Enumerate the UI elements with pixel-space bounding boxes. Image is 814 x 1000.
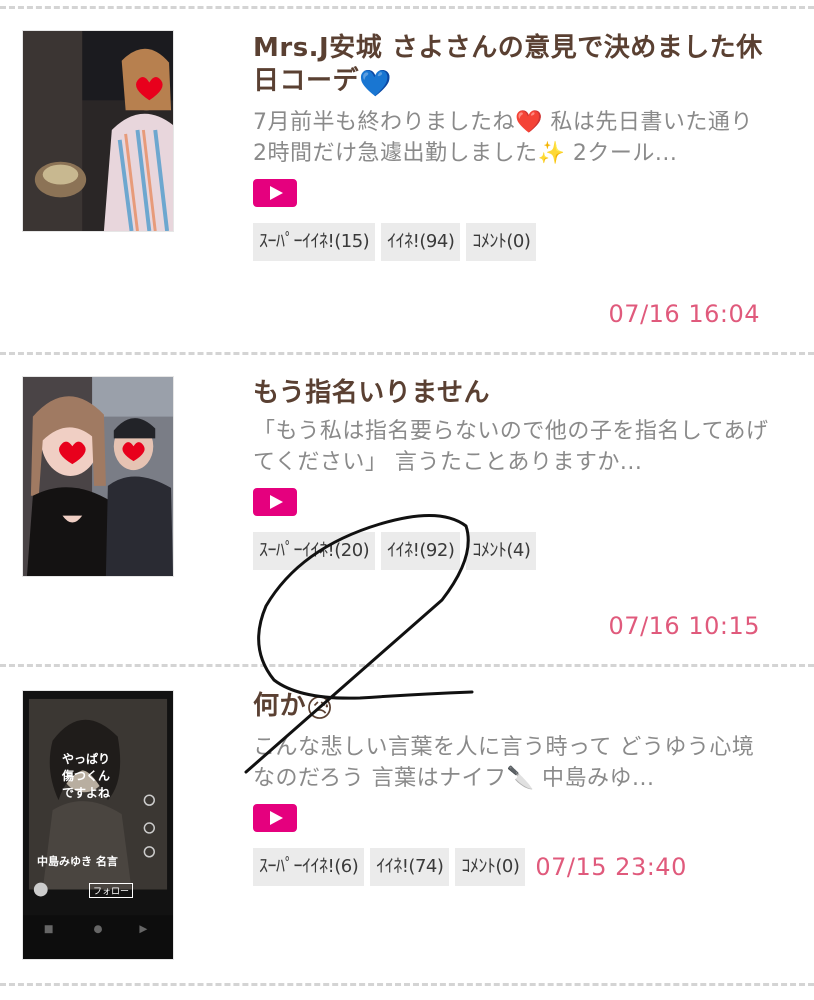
post-date: 07/15 23:40	[535, 853, 687, 881]
blue-heart-emoji: 💙	[359, 69, 392, 99]
post-excerpt: こんな悲しい言葉を人に言う時って どうゆう心境なのだろう 言葉はナイフ🔪 中島み…	[253, 735, 755, 791]
divider-2	[0, 664, 814, 667]
thumb-quote: やっぱり 傷つくんですよね	[61, 752, 110, 800]
thumb-caption: 中島みゆき 名言	[37, 855, 118, 868]
play-video-icon[interactable]	[253, 804, 297, 832]
comment-button[interactable]: ｺﾒﾝﾄ(4)	[466, 532, 537, 570]
post-excerpt: 7月前半も終わりましたね❤️ 私は先日書いた通り 2時間だけ急遽出勤しました✨ …	[253, 110, 753, 166]
post-thumbnail[interactable]	[22, 376, 174, 577]
super-like-button[interactable]: ｽｰﾊﾟｰｲｲﾈ!(15)	[253, 223, 376, 261]
reaction-bar: ｽｰﾊﾟｰｲｲﾈ!(6) ｲｲﾈ!(74) ｺﾒﾝﾄ(0) 07/15 23:4…	[253, 848, 773, 886]
like-button[interactable]: ｲｲﾈ!(94)	[381, 223, 461, 261]
divider-1	[0, 352, 814, 355]
post-excerpt: 「もう私は指名要らないので他の子を指名してあげてください」 言うたことありますか…	[253, 419, 769, 475]
post-title[interactable]: 何か😥	[253, 690, 773, 726]
post-title[interactable]: もう指名いりません	[253, 377, 773, 410]
super-like-button[interactable]: ｽｰﾊﾟｰｲｲﾈ!(6)	[253, 848, 365, 886]
like-button[interactable]: ｲｲﾈ!(74)	[370, 848, 450, 886]
comment-button[interactable]: ｺﾒﾝﾄ(0)	[455, 848, 526, 886]
divider-top	[0, 6, 814, 9]
like-button[interactable]: ｲｲﾈ!(92)	[381, 532, 461, 570]
reaction-bar: ｽｰﾊﾟｰｲｲﾈ!(15) ｲｲﾈ!(94) ｺﾒﾝﾄ(0)	[253, 223, 773, 261]
sad-face-emoji: 😥	[306, 694, 334, 724]
post-thumbnail[interactable]: やっぱり 傷つくんですよね 中島みゆき 名言 フォロー	[22, 690, 174, 960]
post-date: 07/16 10:15	[608, 612, 760, 640]
post-thumbnail[interactable]	[22, 30, 174, 232]
post-date: 07/16 16:04	[608, 300, 760, 328]
thumb-follow-button: フォロー	[89, 883, 134, 898]
reaction-bar: ｽｰﾊﾟｰｲｲﾈ!(20) ｲｲﾈ!(92) ｺﾒﾝﾄ(4)	[253, 532, 773, 570]
post-title[interactable]: Mrs.J安城 さよさんの意見で決めました休日コーデ💙	[253, 32, 773, 101]
comment-button[interactable]: ｺﾒﾝﾄ(0)	[466, 223, 537, 261]
play-video-icon[interactable]	[253, 179, 297, 207]
play-video-icon[interactable]	[253, 488, 297, 516]
super-like-button[interactable]: ｽｰﾊﾟｰｲｲﾈ!(20)	[253, 532, 376, 570]
divider-bottom	[0, 983, 814, 986]
